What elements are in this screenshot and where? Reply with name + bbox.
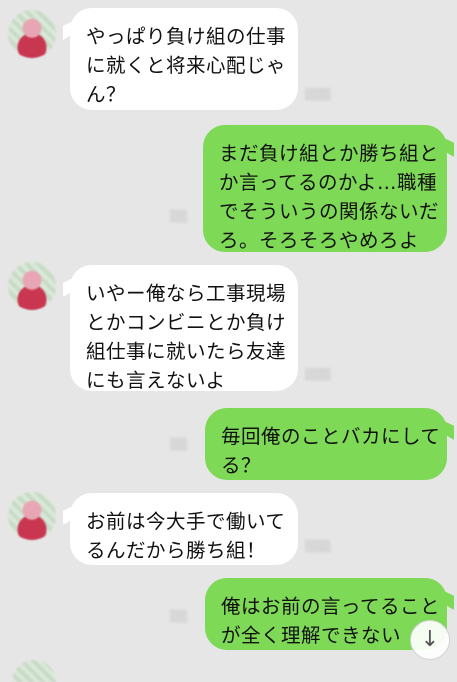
message-line: にも言えないよ — [86, 369, 226, 392]
message-line: 毎回俺のことバカにして — [221, 425, 441, 448]
message-line: とかコンビニとか負け — [86, 311, 287, 334]
message-line: ん？ — [86, 83, 127, 106]
timestamp-blurred: ▒▒▒ — [305, 368, 331, 381]
message-line: が全く理解できない — [221, 624, 402, 647]
message-line: に就くと将来心配じゃ — [86, 54, 287, 77]
message-line: まだ負け組とか勝ち組と — [219, 142, 440, 165]
timestamp-blurred: ▒▒ — [170, 610, 187, 623]
timestamp-blurred: ▒▒ — [170, 438, 187, 451]
timestamp-blurred: ▒▒ — [170, 210, 187, 223]
outgoing-message-bubble: 毎回俺のことバカにして る？ — [205, 408, 447, 480]
incoming-message-bubble: いやー俺なら工事現場 とかコンビニとか負け 組仕事に就いたら友達 にも言えないよ — [70, 265, 298, 392]
outgoing-message-bubble: まだ負け組とか勝ち組と か言ってるのかよ…職種 でそういうの関係ないだ ろ。そろ… — [203, 125, 447, 252]
avatar[interactable] — [8, 10, 56, 58]
message-line: ろ。そろそろやめろよ — [219, 229, 420, 252]
message-line: やっぱり負け組の仕事 — [86, 25, 287, 48]
message-line: るんだから勝ち組！ — [86, 539, 267, 562]
chat-log: やっぱり負け組の仕事 に就くと将来心配じゃ ん？ ▒▒▒ まだ負け組とか勝ち組と… — [0, 0, 457, 682]
message-line: 組仕事に就いたら友達 — [86, 340, 287, 363]
timestamp-blurred: ▒▒▒ — [305, 540, 331, 553]
timestamp-blurred: ▒▒▒ — [305, 88, 331, 101]
message-line: か言ってるのかよ…職種 — [219, 171, 438, 194]
message-line: でそういうの関係ないだ — [219, 200, 440, 223]
avatar[interactable] — [8, 492, 56, 540]
scroll-to-bottom-button[interactable]: ↓ — [410, 620, 450, 660]
incoming-message-bubble: やっぱり負け組の仕事 に就くと将来心配じゃ ん？ — [70, 8, 298, 110]
message-line: 俺はお前の言ってること — [221, 595, 441, 618]
avatar[interactable] — [12, 660, 56, 682]
message-line: る？ — [221, 454, 262, 477]
avatar[interactable] — [8, 262, 56, 310]
incoming-message-bubble: お前は今大手で働いて るんだから勝ち組！ — [70, 493, 298, 565]
arrow-down-icon: ↓ — [420, 627, 440, 652]
message-line: お前は今大手で働いて — [86, 510, 286, 533]
message-line: いやー俺なら工事現場 — [86, 282, 287, 305]
